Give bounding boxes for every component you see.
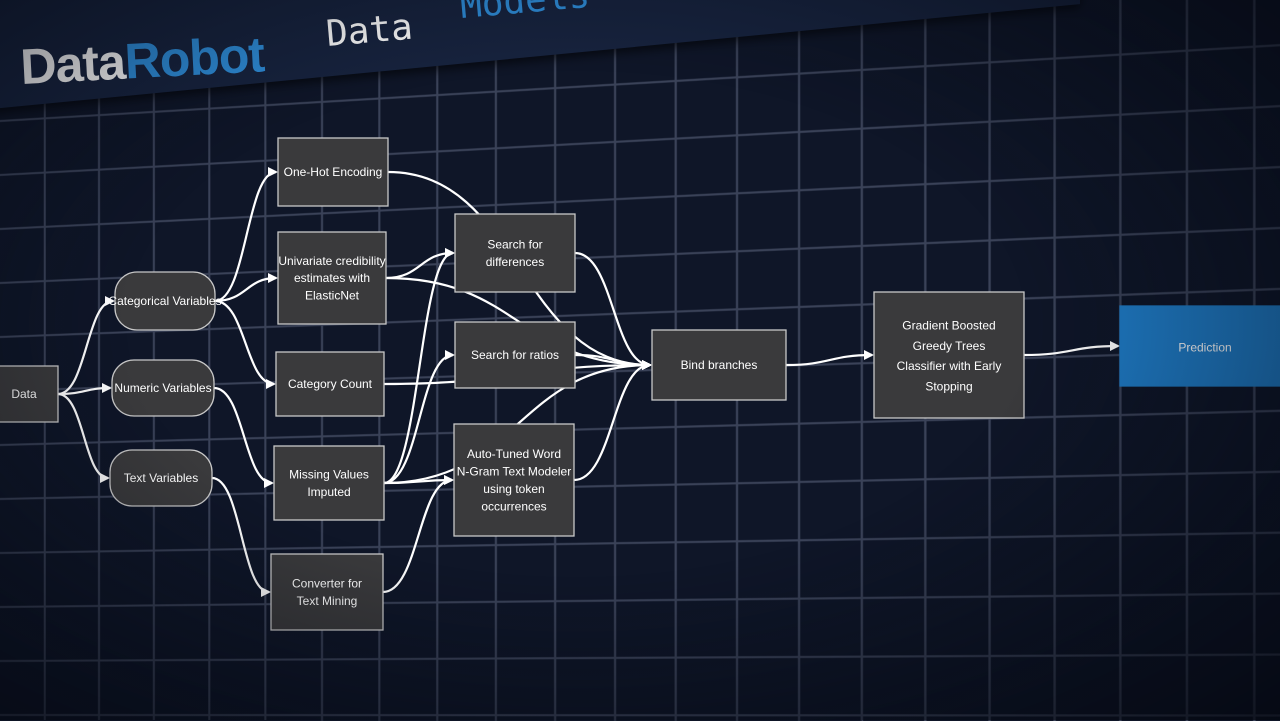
connector-bind-to-gbt (785, 350, 874, 367)
connector-cat-to-cnt (214, 299, 276, 389)
node-bind-branches[interactable]: Bind branches (651, 329, 787, 401)
node-search-ratios-label: Search for ratios (471, 348, 559, 362)
node-categorical-variables[interactable]: Categorical Variables (108, 271, 222, 331)
node-converter-text-mining-box (270, 553, 384, 631)
node-gradient-boosted-trees-label-line: Stopping (925, 379, 972, 393)
connector-input-to-cat (57, 296, 115, 396)
node-search-ratios-label-line: Search for ratios (471, 348, 559, 362)
node-search-differences[interactable]: Search for differences (454, 213, 576, 293)
node-data-label: Data (11, 387, 37, 401)
node-bind-branches-label: Bind branches (681, 358, 758, 372)
connector-conv-to-ngram (382, 475, 454, 594)
node-ngram-text-modeler-box (453, 423, 575, 537)
node-categorical-variables-label: Categorical Variables (108, 294, 221, 308)
node-gradient-boosted-trees[interactable]: Gradient Boosted Greedy Trees Classifier w… (873, 291, 1025, 419)
connector-txt-to-conv (211, 476, 271, 597)
connector-ngram-to-bind (573, 360, 652, 482)
node-converter-text-mining[interactable]: Converter for Text Mining (270, 553, 384, 631)
connector-num-to-miss (213, 386, 274, 488)
node-text-variables[interactable]: Text Variables (109, 449, 213, 507)
node-one-hot-encoding[interactable]: One-Hot Encoding (277, 137, 389, 207)
node-text-variables-label: Text Variables (124, 471, 198, 485)
node-univariate-credibility[interactable]: Univariate credibility estimates with Elas… (277, 231, 387, 325)
connector-diff-to-bind (574, 251, 652, 370)
node-search-differences-label-line: differences (486, 255, 544, 269)
node-text-variables-label-line: Text Variables (124, 471, 198, 485)
connector-cat-to-ohe (214, 167, 278, 303)
node-category-count[interactable]: Category Count (275, 351, 385, 417)
connector-uni-to-diff (385, 248, 455, 280)
node-numeric-variables-label-line: Numeric Variables (114, 381, 211, 395)
node-ngram-text-modeler-label-line: Auto-Tuned Word (467, 447, 561, 461)
node-prediction-label-line: Prediction (1178, 340, 1231, 354)
node-missing-values-imputed-box (273, 445, 385, 521)
node-bind-branches-label-line: Bind branches (681, 358, 758, 372)
blueprint-nodes: Data Categorical Variables Numeric Variabl… (0, 137, 1280, 631)
node-one-hot-encoding-label: One-Hot Encoding (284, 165, 383, 179)
node-converter-text-mining-label-line: Converter for (292, 577, 362, 591)
node-ngram-text-modeler-label-line: using token (483, 482, 544, 496)
node-gradient-boosted-trees-label-line: Classifier with Early (897, 359, 1002, 373)
node-data[interactable]: Data (0, 365, 59, 423)
node-missing-values-imputed[interactable]: Missing Values Imputed (273, 445, 385, 521)
node-search-ratios[interactable]: Search for ratios (454, 321, 576, 389)
node-gradient-boosted-trees-label-line: Gradient Boosted (902, 318, 995, 332)
node-search-differences-label-line: Search for (487, 238, 542, 252)
node-univariate-credibility-label-line: Univariate credibility (278, 254, 385, 268)
node-missing-values-imputed-label-line: Missing Values (289, 468, 369, 482)
connector-gbt-to-pred (1023, 341, 1120, 357)
node-category-count-label-line: Category Count (288, 377, 373, 391)
node-ngram-text-modeler-label-line: occurrences (481, 499, 546, 513)
node-converter-text-mining-label-line: Text Mining (297, 594, 358, 608)
node-search-differences-box (454, 213, 576, 293)
node-numeric-variables-label: Numeric Variables (114, 381, 211, 395)
node-gradient-boosted-trees-box (873, 291, 1025, 419)
node-data-label-line: Data (11, 387, 37, 401)
node-missing-values-imputed-label-line: Imputed (307, 485, 350, 499)
node-univariate-credibility-label-line: ElasticNet (305, 289, 360, 303)
node-one-hot-encoding-label-line: One-Hot Encoding (284, 165, 383, 179)
node-categorical-variables-label-line: Categorical Variables (108, 294, 221, 308)
node-ngram-text-modeler[interactable]: Auto-Tuned Word N-Gram Text Modeler using … (453, 423, 575, 537)
node-gradient-boosted-trees-label-line: Greedy Trees (913, 339, 986, 353)
connector-miss-to-diff (383, 248, 455, 485)
node-prediction-label: Prediction (1178, 340, 1231, 354)
node-prediction[interactable]: Prediction (1119, 305, 1280, 387)
connector-input-to-txt (57, 392, 110, 483)
node-univariate-credibility-label-line: estimates with (294, 271, 370, 285)
node-numeric-variables[interactable]: Numeric Variables (111, 359, 215, 417)
node-ngram-text-modeler-label-line: N-Gram Text Modeler (457, 465, 571, 479)
blueprint-diagram: Data Categorical Variables Numeric Variabl… (0, 137, 1280, 631)
node-category-count-label: Category Count (288, 377, 373, 391)
